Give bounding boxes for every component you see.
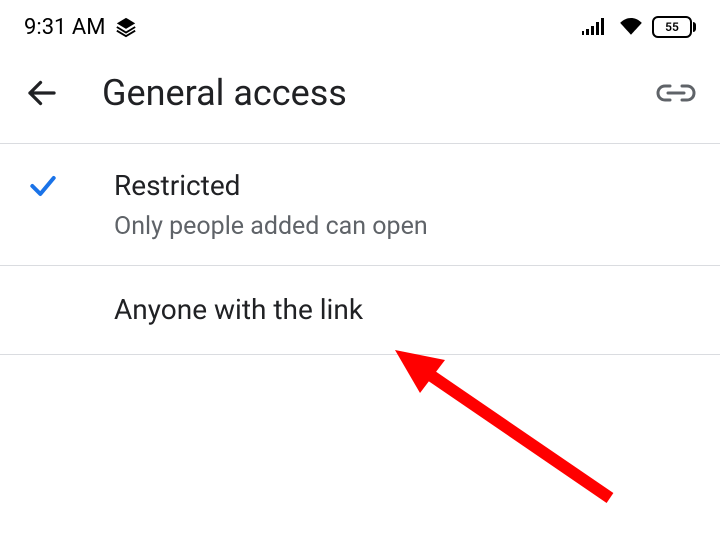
option-title: Restricted (114, 168, 696, 204)
annotation-arrow (365, 338, 665, 538)
option-body: Anyone with the link (114, 290, 696, 329)
option-restricted[interactable]: Restricted Only people added can open (0, 143, 720, 266)
access-options: Restricted Only people added can open An… (0, 143, 720, 355)
page-title: General access (102, 72, 656, 114)
option-title: Anyone with the link (114, 290, 696, 329)
layers-icon (115, 16, 137, 38)
statusbar-right: 55 (582, 15, 696, 39)
titlebar: General access (0, 54, 720, 144)
option-anyone-with-link[interactable]: Anyone with the link (0, 265, 720, 354)
clock: 9:31 AM (24, 15, 105, 40)
copy-link-button[interactable] (656, 81, 696, 105)
statusbar-left: 9:31 AM (24, 15, 137, 40)
signal-icon (582, 15, 610, 39)
battery-level: 55 (665, 20, 679, 34)
statusbar: 9:31 AM 55 (0, 0, 720, 54)
option-body: Restricted Only people added can open (114, 168, 696, 241)
back-button[interactable] (24, 75, 84, 111)
wifi-icon (618, 15, 644, 39)
option-leading-empty (24, 290, 114, 329)
option-description: Only people added can open (114, 212, 696, 241)
selected-check-icon (24, 168, 114, 241)
battery-indicator: 55 (652, 16, 696, 38)
